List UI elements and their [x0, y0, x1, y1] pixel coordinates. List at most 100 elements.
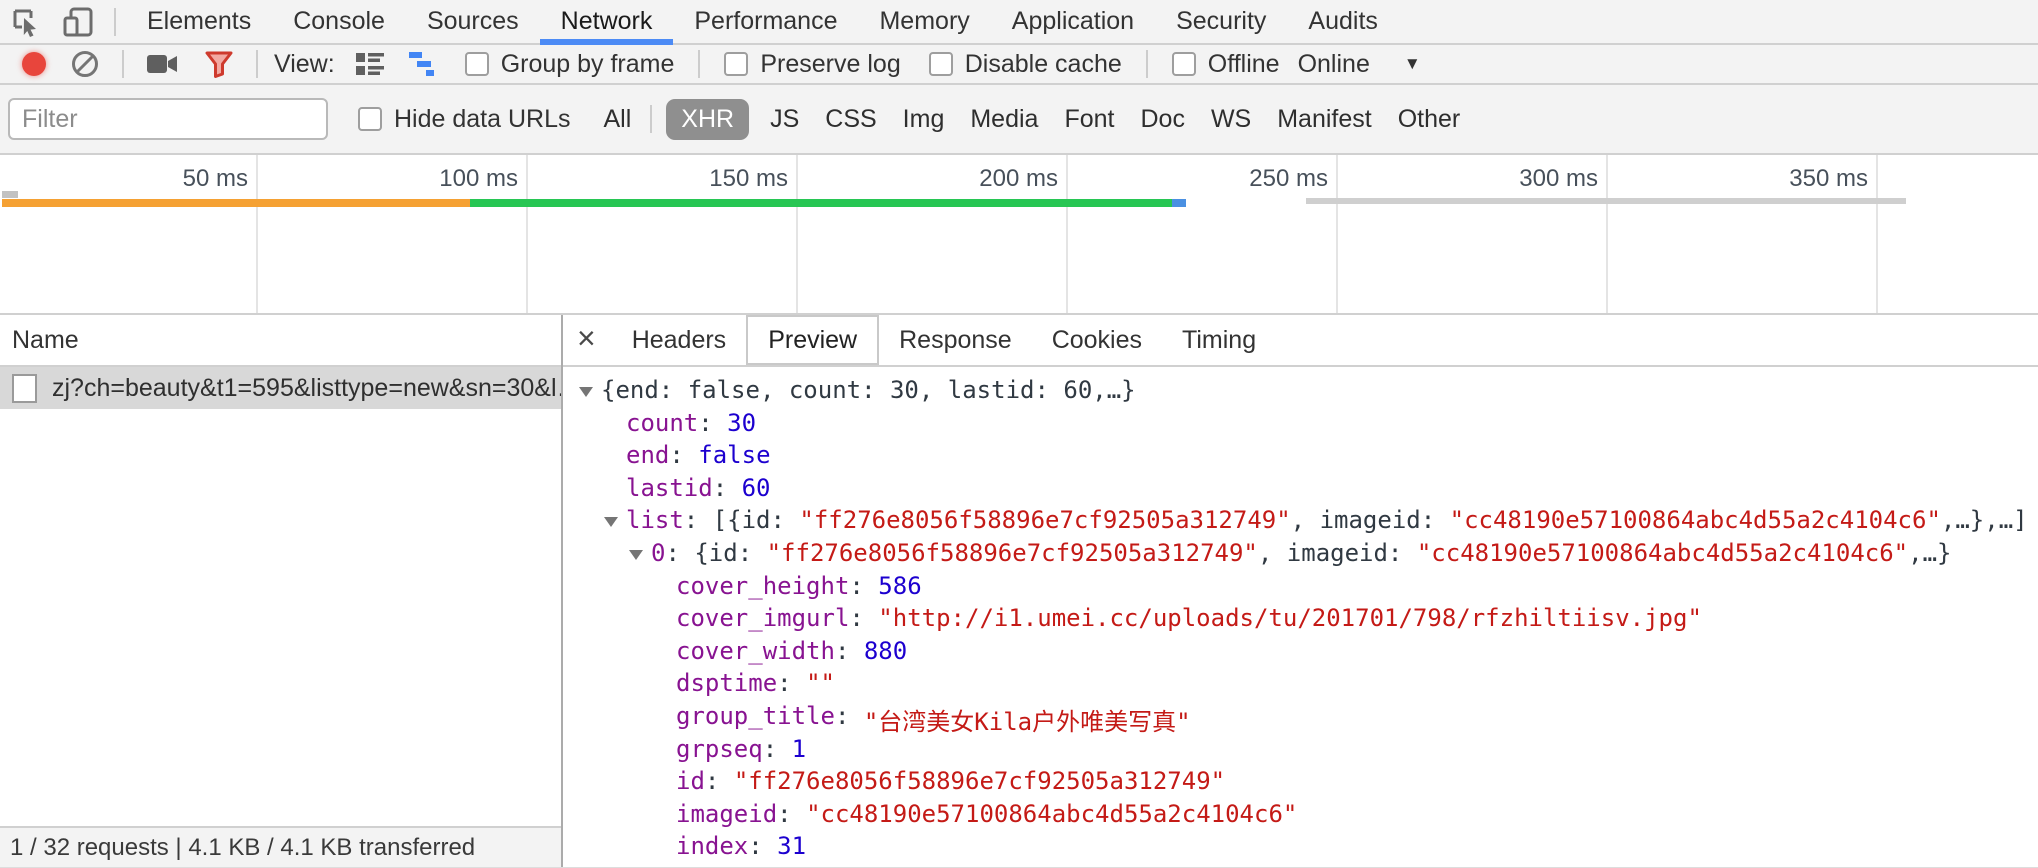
- tree-segment-str: "cc48190e57100864abc4d55a2c4104c6": [1417, 539, 1908, 567]
- filter-type-font[interactable]: Font: [1064, 105, 1114, 134]
- throttling-dropdown[interactable]: Online ▼: [1298, 50, 1421, 79]
- active-tab-underline: [540, 39, 674, 45]
- filter-type-xhr[interactable]: XHR: [666, 99, 749, 140]
- tree-row: count: 30: [563, 409, 2038, 442]
- tree-segment-key: imageid: [676, 800, 777, 828]
- tree-row: cover_width: 880: [563, 637, 2038, 670]
- tab-application[interactable]: Application: [991, 0, 1155, 43]
- timeline-gridline: [526, 155, 528, 313]
- group-by-frame-option: Group by frame: [465, 50, 675, 79]
- inspect-element-button[interactable]: [0, 0, 52, 43]
- tab-console[interactable]: Console: [272, 0, 406, 43]
- tree-row[interactable]: list: [{id: "ff276e8056f58896e7cf92505a3…: [563, 506, 2038, 539]
- disable-cache-checkbox[interactable]: [929, 52, 953, 76]
- detail-tab-timing[interactable]: Timing: [1162, 315, 1276, 365]
- large-rows-toggle[interactable]: [355, 51, 385, 77]
- network-overview[interactable]: 50 ms100 ms150 ms200 ms250 ms300 ms350 m…: [0, 155, 2038, 315]
- tree-segment-key: dsptime: [676, 669, 777, 697]
- disable-cache-option: Disable cache: [929, 50, 1122, 79]
- triangle-down-icon: [629, 550, 643, 560]
- filter-button[interactable]: [204, 49, 234, 79]
- tab-sources[interactable]: Sources: [406, 0, 540, 43]
- receiving-bar-green: [470, 199, 1172, 207]
- close-icon[interactable]: ×: [577, 320, 596, 357]
- record-button[interactable]: [22, 52, 46, 76]
- tab-network[interactable]: Network: [540, 0, 674, 43]
- hide-data-urls-label: Hide data URLs: [394, 105, 570, 134]
- filter-type-doc[interactable]: Doc: [1140, 105, 1184, 134]
- json-preview-tree: {end: false, count: 30, lastid: 60,…}cou…: [563, 367, 2038, 868]
- tab-elements[interactable]: Elements: [126, 0, 272, 43]
- detail-tab-headers[interactable]: Headers: [612, 315, 747, 365]
- tab-performance[interactable]: Performance: [673, 0, 858, 43]
- tree-segment-str: "ff276e8056f58896e7cf92505a312749": [734, 767, 1225, 795]
- tree-row: index: 31: [563, 832, 2038, 865]
- filter-type-media[interactable]: Media: [970, 105, 1038, 134]
- separator: [650, 105, 652, 133]
- tree-row: lastid: 60: [563, 474, 2038, 507]
- tree-segment-key: 0: [651, 539, 665, 567]
- tree-segment-plain: :: [849, 572, 878, 600]
- devtools-tabbar: ElementsConsoleSourcesNetworkPerformance…: [0, 0, 2038, 45]
- filter-input[interactable]: [8, 98, 328, 140]
- timeline-gridline: [1876, 155, 1878, 313]
- tree-segment-key: group_title: [676, 702, 835, 730]
- tab-memory[interactable]: Memory: [858, 0, 990, 43]
- hide-data-urls-checkbox[interactable]: [358, 107, 382, 131]
- filter-type-other[interactable]: Other: [1398, 105, 1461, 134]
- tree-segment-num: 60: [742, 474, 771, 502]
- timeline-gridline: [1336, 155, 1338, 313]
- offline-option: Offline: [1172, 50, 1280, 79]
- tree-segment-key: lastid: [626, 474, 713, 502]
- detail-tab-response[interactable]: Response: [879, 315, 1032, 365]
- status-summary: 1 / 32 requests | 4.1 KB / 4.1 KB transf…: [10, 834, 475, 862]
- offline-checkbox[interactable]: [1172, 52, 1196, 76]
- filter-type-manifest[interactable]: Manifest: [1277, 105, 1371, 134]
- hide-data-urls-option: Hide data URLs: [358, 105, 570, 134]
- tree-segment-plain: :: [777, 800, 806, 828]
- timeline-gridline: [1066, 155, 1068, 313]
- tree-segment-key: count: [626, 409, 698, 437]
- request-name: zj?ch=beauty&t1=595&listtype=new&sn=30&l…: [52, 374, 561, 403]
- large-rows-icon: [355, 51, 385, 77]
- timeline-tick-label: 350 ms: [1708, 165, 1868, 193]
- separator: [1146, 50, 1148, 78]
- tree-segment-plain: ,…},…]: [1941, 506, 2028, 534]
- detail-tab-preview[interactable]: Preview: [746, 315, 879, 365]
- detail-tabbar: × HeadersPreviewResponseCookiesTiming: [563, 315, 2038, 367]
- tab-audits[interactable]: Audits: [1287, 0, 1398, 43]
- group-by-frame-label: Group by frame: [501, 50, 675, 79]
- timeline-gridline: [256, 155, 258, 313]
- timeline-tick-label: 250 ms: [1168, 165, 1328, 193]
- group-by-frame-checkbox[interactable]: [465, 52, 489, 76]
- request-row[interactable]: zj?ch=beauty&t1=595&listtype=new&sn=30&l…: [0, 367, 561, 409]
- tree-row[interactable]: {end: false, count: 30, lastid: 60,…}: [563, 376, 2038, 409]
- tree-segment-plain: :: [698, 409, 727, 437]
- tab-security[interactable]: Security: [1155, 0, 1287, 43]
- screenshot-button[interactable]: [146, 51, 180, 77]
- clear-button[interactable]: [70, 49, 100, 79]
- tree-segment-plain: , imageid:: [1291, 506, 1450, 534]
- filter-type-img[interactable]: Img: [903, 105, 945, 134]
- name-column-header[interactable]: Name: [0, 315, 561, 367]
- preserve-log-checkbox[interactable]: [724, 52, 748, 76]
- tree-segment-plain: :: [669, 441, 698, 469]
- detail-tab-cookies[interactable]: Cookies: [1032, 315, 1162, 365]
- timeline-gridline: [1606, 155, 1608, 313]
- tree-segment-key: cover_width: [676, 637, 835, 665]
- filter-type-ws[interactable]: WS: [1211, 105, 1251, 134]
- tree-segment-num: 880: [864, 637, 907, 665]
- pending-line-gray: [1306, 198, 1906, 204]
- filter-type-all[interactable]: All: [603, 105, 631, 134]
- tree-row[interactable]: 0: {id: "ff276e8056f58896e7cf92505a31274…: [563, 539, 2038, 572]
- separator: [122, 50, 124, 78]
- tree-row: dsptime: "": [563, 669, 2038, 702]
- file-icon: [12, 374, 37, 403]
- overview-toggle[interactable]: [409, 51, 439, 77]
- requests-list: zj?ch=beauty&t1=595&listtype=new&sn=30&l…: [0, 367, 561, 409]
- tree-segment-str: "台湾美女Kila户外唯美写真": [864, 702, 1191, 737]
- tree-segment-plain: : [{id:: [684, 506, 800, 534]
- device-toolbar-button[interactable]: [52, 0, 104, 43]
- filter-type-css[interactable]: CSS: [825, 105, 876, 134]
- filter-type-js[interactable]: JS: [770, 105, 799, 134]
